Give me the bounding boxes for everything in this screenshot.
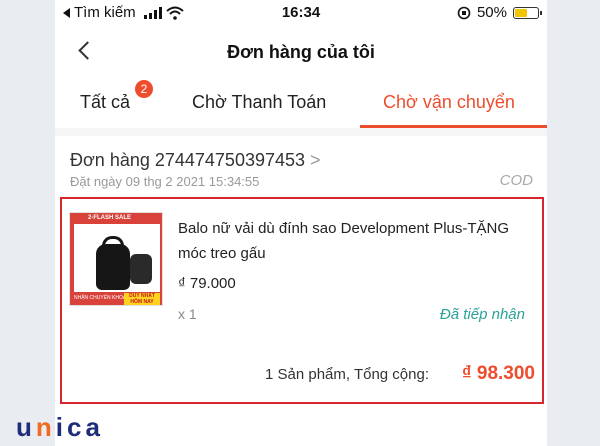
order-tabs: Tất cả 2 Chờ Thanh Toán Chờ vận chuyển — [55, 76, 547, 128]
backpack — [96, 244, 130, 290]
logo-part-1: u — [16, 412, 36, 442]
small-bag — [130, 254, 152, 284]
status-bar: Tìm kiếm 16:34 50% — [55, 0, 547, 28]
order-id[interactable]: Đơn hàng 274474750397453 > — [70, 150, 321, 171]
orientation-lock-icon — [457, 6, 471, 19]
logo-accent: n — [35, 412, 56, 442]
app-header: Đơn hàng của tôi — [55, 28, 547, 76]
product-price: ₫ 79.000 — [178, 275, 236, 292]
payment-method: COD — [499, 172, 533, 189]
active-tab-indicator — [360, 125, 547, 128]
tab-all-badge: 2 — [135, 80, 153, 98]
logo-part-2: ica — [55, 412, 104, 442]
image-top-text: 2-FLASH SALE — [88, 215, 132, 221]
battery-icon — [513, 6, 542, 19]
unica-logo: unica — [16, 412, 104, 443]
product-name[interactable]: Balo nữ vải dù đính sao Development Plus… — [178, 216, 528, 266]
tab-awaiting-payment[interactable]: Chờ Thanh Toán — [192, 92, 326, 113]
order-date: Đặt ngày 09 thg 2 2021 15:34:55 — [70, 174, 260, 189]
chevron-right-icon: > — [310, 150, 321, 170]
phone-screen: Tìm kiếm 16:34 50% Đơn hàng của tôi Tất … — [55, 0, 547, 446]
order-id-text: Đơn hàng 274474750397453 — [70, 150, 306, 170]
page-title: Đơn hàng của tôi — [227, 42, 375, 62]
total-value: ₫ 98.300 — [461, 363, 535, 384]
order-status: Đã tiếp nhận — [439, 306, 525, 323]
order-card[interactable]: Đơn hàng 274474750397453 > Đặt ngày 09 t… — [55, 136, 547, 446]
product-quantity: x 1 — [178, 306, 197, 322]
tab-all[interactable]: Tất cả — [80, 92, 130, 113]
tab-awaiting-shipment[interactable]: Chờ vận chuyển — [383, 92, 515, 113]
product-image[interactable]: 2-FLASH SALE NHẬN CHUYỂN KHOẢNG DUY NHẤT… — [69, 212, 163, 306]
image-panel — [74, 224, 160, 292]
battery-percent: 50% — [476, 4, 507, 21]
total-label: 1 Sản phẩm, Tổng cộng: — [265, 366, 430, 383]
image-sale-label: DUY NHẤT HÔM NAY — [124, 293, 160, 305]
